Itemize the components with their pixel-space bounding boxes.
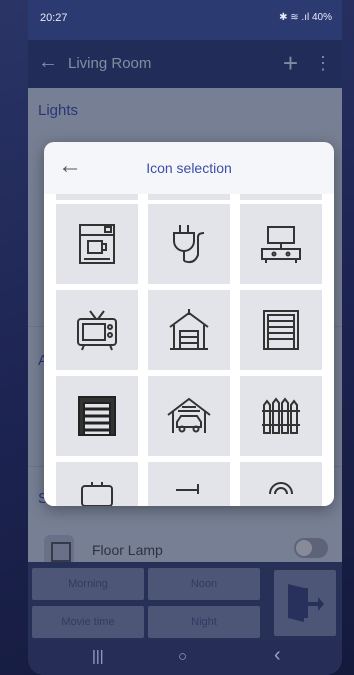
partial-icon-1: [81, 482, 113, 506]
icon-tile-coffee-machine[interactable]: [56, 204, 138, 284]
fence-icon: [262, 397, 300, 434]
garage-door-icon: [263, 310, 299, 350]
home-button[interactable]: ○: [178, 648, 187, 665]
icon-tile-house-garage[interactable]: [148, 290, 230, 370]
plug-icon: [173, 225, 205, 264]
icon-tile-fence[interactable]: [240, 376, 322, 456]
status-time: 20:27: [40, 12, 68, 24]
garage-closed-icon: [78, 396, 116, 436]
retro-tv-icon: [77, 310, 117, 351]
partial-tile: [148, 194, 230, 200]
icon-tile-tv-stand[interactable]: [240, 204, 322, 284]
recent-apps-button[interactable]: |||: [92, 648, 104, 665]
house-garage-icon: [169, 309, 209, 350]
icon-tile-carport[interactable]: [148, 376, 230, 456]
icon-tile-plug[interactable]: [148, 204, 230, 284]
icon-tile-retro-tv[interactable]: [56, 290, 138, 370]
status-indicators: ✱ ≋ .ıl 40%: [279, 12, 332, 23]
nav-back-button[interactable]: ‹: [274, 644, 281, 667]
status-bar: 20:27 ✱ ≋ .ıl 40%: [28, 0, 342, 40]
icon-tile-partial-3[interactable]: [240, 462, 322, 506]
partial-tile: [240, 194, 322, 200]
partial-icon-2: [176, 484, 199, 494]
partial-icon-3: [269, 482, 293, 495]
system-nav-bar: ||| ○ ‹: [28, 640, 342, 675]
icon-tile-partial-1[interactable]: [56, 462, 138, 506]
dialog-title: Icon selection: [146, 160, 232, 176]
icon-grid: [44, 194, 334, 506]
tv-stand-icon: [261, 226, 301, 263]
icon-tile-garage-door[interactable]: [240, 290, 322, 370]
coffee-machine-icon: [79, 224, 115, 264]
partial-tile: [56, 194, 138, 200]
phone-screen: 20:27 ✱ ≋ .ıl 40% ← Living Room + ⋮ Ligh…: [28, 0, 342, 675]
carport-icon: [167, 397, 211, 433]
icon-selection-dialog: ← Icon selection: [44, 142, 334, 506]
icon-tile-garage-closed[interactable]: [56, 376, 138, 456]
icon-tile-partial-2[interactable]: [148, 462, 230, 506]
